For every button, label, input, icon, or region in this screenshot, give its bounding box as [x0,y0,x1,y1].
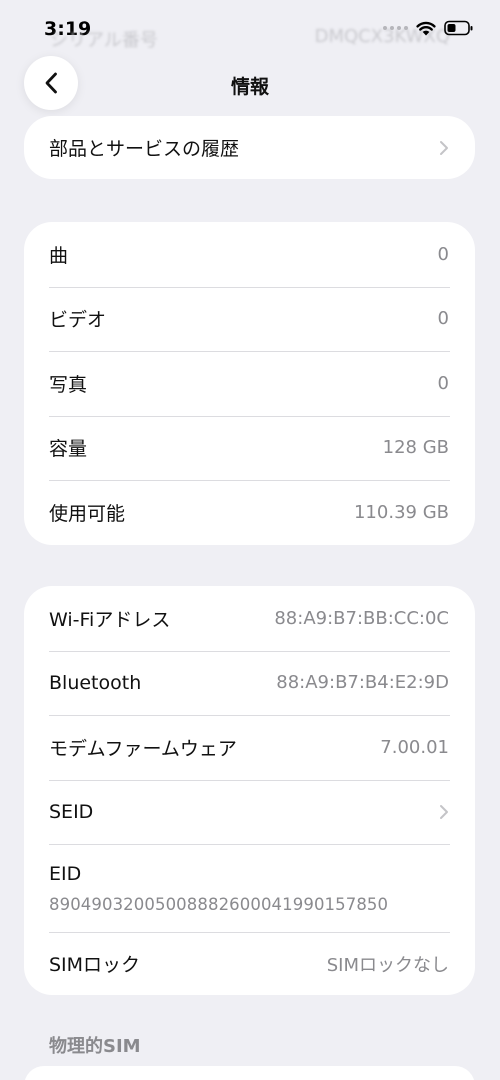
ghost-header-label: シリアル番号 [50,30,158,51]
history-card: 部品とサービスの履歴 [24,116,475,179]
eid-label: EID [49,862,82,885]
modem-firmware-value: 7.00.01 [380,736,449,758]
modem-firmware-label: モデムファームウェア [49,737,237,760]
page-title: 情報 [230,76,269,98]
eid-value: 89049032005008882600041990157850 [49,894,389,914]
videos-row: ビデオ 0 [24,286,475,352]
wifi-address-label: Wi-Fiアドレス [49,608,171,631]
available-row: 使用可能 110.39 GB [24,480,475,545]
history-row[interactable]: 部品とサービスの履歴 [24,116,475,179]
seid-row[interactable]: SEID [24,779,475,845]
physical-sim-card [24,1066,475,1080]
sim-lock-label: SIMロック [49,954,141,976]
photos-row: 写真 0 [24,351,475,416]
sim-lock-row: SIMロック SIMロックなし [24,932,475,995]
modem-firmware-row: モデムファームウェア 7.00.01 [24,715,475,780]
history-label: 部品とサービスの履歴 [49,138,240,160]
bluetooth-value: 88:A9:B7:B4:E2:9D [276,672,449,694]
wifi-address-row: Wi-Fiアドレス 88:A9:B7:BB:CC:0C [24,586,475,651]
available-value: 110.39 GB [353,501,449,523]
songs-row: 曲 0 [24,222,475,287]
capacity-value: 128 GB [382,437,449,459]
cellular-signal-icon [383,26,408,30]
status-icons [383,20,474,36]
seid-label: SEID [49,800,94,823]
wifi-address-value: 88:A9:B7:BB:CC:0C [274,607,449,629]
capacity-label: 容量 [49,438,88,461]
physical-sim-header: 物理的SIM [49,1036,141,1057]
videos-value: 0 [437,308,449,330]
videos-label: ビデオ [49,309,107,332]
bluetooth-label: Bluetooth [49,671,142,694]
songs-label: 曲 [49,244,69,267]
available-label: 使用可能 [49,502,126,525]
network-card: Wi-Fiアドレス 88:A9:B7:BB:CC:0C Bluetooth 88… [24,586,475,995]
media-card: 曲 0 ビデオ 0 写真 0 容量 128 GB 使用可能 110.39 GB [24,222,475,545]
photos-label: 写真 [49,373,88,396]
photos-value: 0 [437,372,449,394]
wifi-icon [416,21,436,36]
navigation-bar: 情報 [0,56,500,112]
chevron-right-icon [439,140,449,156]
battery-icon [444,20,473,36]
eid-row: EID 89049032005008882600041990157850 [24,844,475,932]
chevron-right-icon [439,804,449,820]
bluetooth-row: Bluetooth 88:A9:B7:B4:E2:9D [24,650,475,716]
sim-lock-value: SIMロックなし [326,954,449,976]
status-bar: 3:19 シリアル番号 DMQCX3KWXQ [0,0,500,60]
capacity-row: 容量 128 GB [24,415,475,481]
songs-value: 0 [437,243,449,265]
